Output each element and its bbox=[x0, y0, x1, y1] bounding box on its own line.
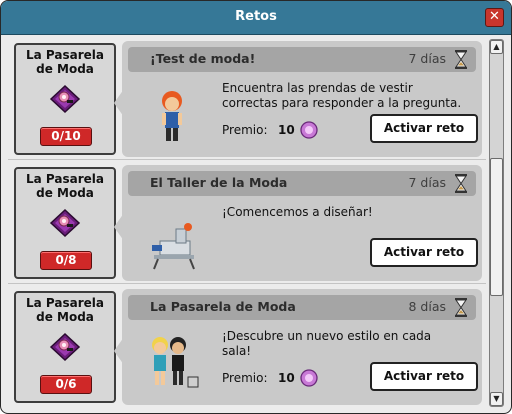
models-figure bbox=[152, 337, 199, 388]
prize-value: 10 bbox=[278, 371, 295, 385]
row-divider bbox=[8, 159, 486, 160]
activate-quest-button[interactable]: Activar reto bbox=[370, 362, 478, 391]
quest-row: La Pasarela de Moda 0/10 ¡Test de moda! … bbox=[8, 39, 486, 159]
quest-card: El Taller de la Moda 7 días ¡Comencemos … bbox=[122, 165, 482, 281]
quest-card: La Pasarela de Moda 8 días ¡Descubre un … bbox=[122, 289, 482, 405]
quest-description: ¡Comencemos a diseñar! bbox=[222, 205, 373, 219]
window-title: Retos bbox=[235, 9, 277, 24]
quest-category-tile: La Pasarela de Moda 0/8 bbox=[14, 167, 116, 279]
quest-days: 7 días bbox=[408, 51, 446, 66]
quest-title: El Taller de la Moda bbox=[150, 175, 288, 190]
close-icon: ✕ bbox=[489, 9, 500, 24]
quest-header: El Taller de la Moda 7 días bbox=[128, 171, 476, 196]
quest-description: ¡Descubre un nuevo estilo en cada sala! bbox=[222, 329, 432, 358]
progress-badge: 0/6 bbox=[40, 375, 92, 394]
titlebar[interactable]: Retos ✕ bbox=[1, 1, 511, 35]
progress-badge: 0/8 bbox=[40, 251, 92, 270]
category-name: La Pasarela de Moda bbox=[26, 296, 104, 324]
quest-category-tile: La Pasarela de Moda 0/10 bbox=[14, 43, 116, 155]
prize-label: Premio: bbox=[222, 371, 268, 385]
quest-category-tile: La Pasarela de Moda 0/6 bbox=[14, 291, 116, 403]
scrollbar[interactable]: ▲ ▼ bbox=[489, 39, 504, 407]
quest-days: 7 días bbox=[408, 175, 446, 190]
fashion-runway-icon bbox=[49, 208, 81, 238]
chevron-up-icon: ▲ bbox=[493, 42, 500, 51]
sewing-machine-figure bbox=[152, 223, 195, 270]
quest-header: La Pasarela de Moda 8 días bbox=[128, 295, 476, 320]
prize-label: Premio: bbox=[222, 123, 268, 137]
category-name: La Pasarela de Moda bbox=[26, 172, 104, 200]
quest-description: Encuentra las prendas de vestir correcta… bbox=[222, 81, 462, 110]
scroll-down-button[interactable]: ▼ bbox=[490, 392, 503, 406]
scrollbar-thumb[interactable] bbox=[490, 158, 503, 296]
fashion-runway-icon bbox=[49, 332, 81, 362]
avatar-figure bbox=[162, 91, 182, 141]
hourglass-icon bbox=[455, 298, 467, 317]
quest-row: La Pasarela de Moda 0/8 El Taller de la … bbox=[8, 163, 486, 283]
scroll-up-button[interactable]: ▲ bbox=[490, 40, 503, 54]
hourglass-icon bbox=[455, 174, 467, 193]
chevron-down-icon: ▼ bbox=[493, 394, 500, 403]
quest-list: La Pasarela de Moda 0/10 ¡Test de moda! … bbox=[8, 39, 486, 407]
pixel-currency-icon bbox=[300, 369, 318, 387]
quest-days: 8 días bbox=[408, 299, 446, 314]
fashion-runway-icon bbox=[49, 84, 81, 114]
activate-quest-button[interactable]: Activar reto bbox=[370, 238, 478, 267]
quest-card: ¡Test de moda! 7 días Encuentra las pren… bbox=[122, 41, 482, 157]
quest-row: La Pasarela de Moda 0/6 La Pasarela de M… bbox=[8, 287, 486, 407]
activate-quest-button[interactable]: Activar reto bbox=[370, 114, 478, 143]
category-name: La Pasarela de Moda bbox=[26, 48, 104, 76]
quest-title: ¡Test de moda! bbox=[150, 51, 256, 66]
progress-badge: 0/10 bbox=[40, 127, 92, 146]
row-divider bbox=[8, 283, 486, 284]
quests-window: Retos ✕ La Pasarela de Moda 0/10 ¡Test d… bbox=[0, 0, 512, 414]
prize-value: 10 bbox=[278, 123, 295, 137]
quest-header: ¡Test de moda! 7 días bbox=[128, 47, 476, 72]
pixel-currency-icon bbox=[300, 121, 318, 139]
close-button[interactable]: ✕ bbox=[485, 8, 504, 27]
quest-title: La Pasarela de Moda bbox=[150, 299, 296, 314]
hourglass-icon bbox=[455, 50, 467, 69]
